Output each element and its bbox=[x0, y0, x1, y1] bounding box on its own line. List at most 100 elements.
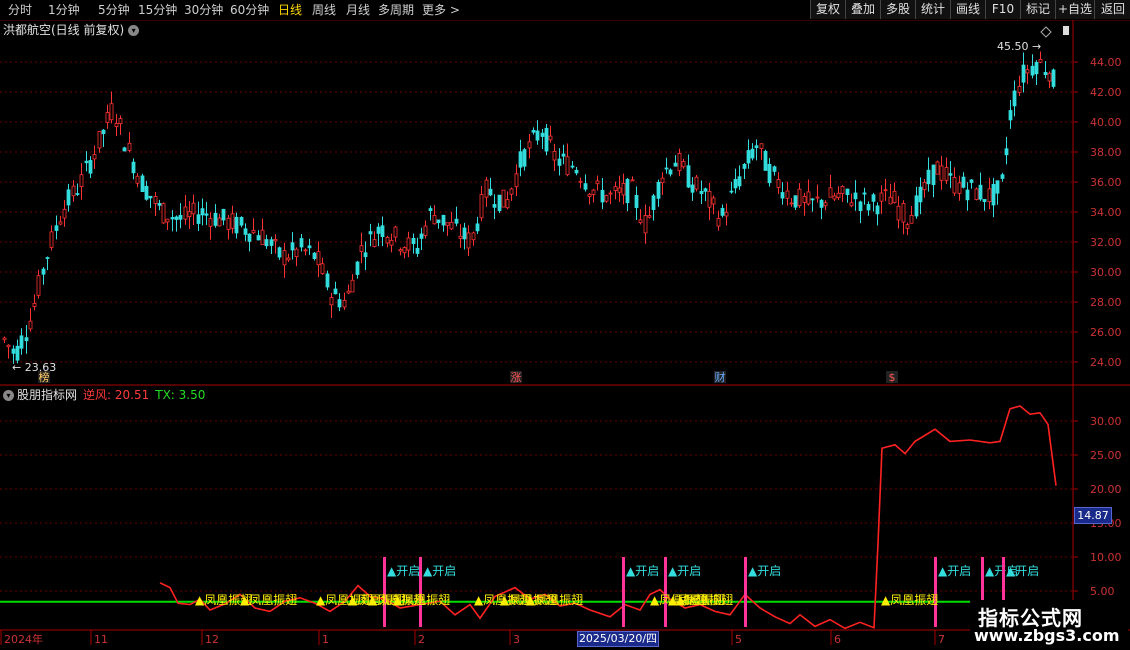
candle-body bbox=[724, 211, 729, 217]
candle-body bbox=[952, 177, 957, 194]
candle-body bbox=[1051, 69, 1056, 87]
candle-body bbox=[402, 247, 407, 254]
candle-body bbox=[282, 250, 287, 266]
candle-body bbox=[230, 213, 235, 229]
candle-body bbox=[711, 197, 716, 205]
phoenix-signal-label: ▲凤凰振翅 bbox=[526, 592, 583, 607]
candle-body bbox=[686, 165, 691, 188]
candle-body bbox=[600, 189, 605, 203]
candle-body bbox=[264, 239, 269, 247]
candle-body bbox=[969, 179, 974, 183]
candle-body bbox=[312, 252, 317, 259]
candle-body bbox=[260, 229, 265, 245]
candle-body bbox=[733, 179, 738, 189]
candle-body bbox=[1004, 148, 1009, 156]
candle-body bbox=[359, 245, 364, 252]
candle-body bbox=[961, 176, 966, 188]
candle-body bbox=[84, 160, 89, 164]
candle-body bbox=[239, 216, 244, 226]
candle-body bbox=[793, 195, 798, 208]
time-axis-label: 2 bbox=[418, 633, 425, 646]
candle-body bbox=[445, 222, 450, 226]
y-tick-label: 30.00 bbox=[1090, 415, 1122, 428]
candle-body bbox=[643, 215, 648, 234]
candle-body bbox=[1008, 110, 1013, 121]
candle-body bbox=[208, 218, 213, 227]
candle-body bbox=[368, 231, 373, 235]
candle-body bbox=[337, 299, 342, 308]
candle-body bbox=[1000, 174, 1005, 179]
candle-body bbox=[548, 135, 553, 141]
candle-body bbox=[918, 186, 923, 203]
candle-body bbox=[269, 239, 274, 246]
candle-body bbox=[170, 217, 175, 220]
candle-body bbox=[165, 218, 170, 223]
open-signal-label: ▲开启 bbox=[748, 564, 781, 578]
candle-body bbox=[1021, 64, 1026, 83]
chevron-down-icon[interactable]: ▾ bbox=[3, 390, 14, 401]
candle-body bbox=[531, 130, 536, 133]
candle-body bbox=[974, 188, 979, 200]
candle-body bbox=[823, 202, 828, 207]
candle-body bbox=[118, 118, 123, 125]
candle-body bbox=[914, 195, 919, 217]
candle-body bbox=[299, 238, 304, 248]
candle-body bbox=[466, 232, 471, 249]
candle-body bbox=[901, 203, 906, 223]
event-marker: 涨 bbox=[511, 371, 522, 384]
candle-body bbox=[673, 162, 678, 167]
candle-body bbox=[88, 160, 93, 174]
candle-body bbox=[742, 163, 747, 169]
candle-body bbox=[6, 344, 11, 348]
candle-body bbox=[514, 173, 519, 188]
candle-body bbox=[484, 179, 489, 198]
candle-body bbox=[97, 131, 102, 149]
candle-body bbox=[965, 189, 970, 201]
candle-body bbox=[987, 188, 992, 202]
candle-body bbox=[1025, 69, 1030, 74]
candle-body bbox=[45, 257, 50, 259]
open-signal-label: ▲开启 bbox=[626, 564, 659, 578]
candle-body bbox=[350, 279, 355, 293]
candle-body bbox=[518, 151, 523, 168]
candle-body bbox=[565, 156, 570, 176]
candle-body bbox=[423, 225, 428, 236]
candle-body bbox=[668, 169, 673, 175]
candle-body bbox=[376, 226, 381, 234]
candle-body bbox=[458, 235, 463, 239]
phoenix-signal-label: ▲凤凰振翅 bbox=[240, 592, 297, 607]
candle-body bbox=[926, 169, 931, 185]
candle-body bbox=[24, 337, 29, 342]
open-signal-bar bbox=[419, 557, 422, 627]
candle-body bbox=[501, 189, 506, 208]
time-axis-label: 5 bbox=[735, 633, 742, 646]
candle-body bbox=[540, 132, 545, 137]
candle-body bbox=[875, 205, 880, 215]
candle-body bbox=[883, 189, 888, 192]
candle-body bbox=[866, 204, 871, 211]
candle-body bbox=[660, 177, 665, 184]
candle-body bbox=[828, 187, 833, 198]
candle-body bbox=[557, 158, 562, 166]
phoenix-signal-label: ▲凤凰振翅 bbox=[393, 592, 450, 607]
candle-body bbox=[1030, 65, 1035, 76]
time-axis-label: 11 bbox=[94, 633, 108, 646]
y-tick-label: 38.00 bbox=[1090, 146, 1122, 159]
chevron-down-icon[interactable]: ▾ bbox=[128, 25, 140, 36]
candle-body bbox=[471, 232, 476, 241]
stock-chart-canvas[interactable]: 44.00 42.00 40.00 38.00 36.00 34.00 32.00 30.00… bbox=[0, 0, 1130, 650]
candle-body bbox=[329, 297, 334, 306]
candle-body bbox=[307, 245, 312, 249]
candle-body bbox=[604, 195, 609, 202]
candle-body bbox=[957, 182, 962, 194]
candle-body bbox=[432, 214, 437, 225]
candle-body bbox=[681, 161, 686, 168]
open-signal-label: ▲开启 bbox=[1006, 564, 1039, 578]
high-price-label: 45.50 → bbox=[997, 40, 1041, 53]
y-tick-label: 24.00 bbox=[1090, 356, 1122, 369]
candle-body bbox=[256, 235, 261, 241]
candle-body bbox=[213, 212, 218, 226]
candle-body bbox=[144, 185, 149, 200]
candle-body bbox=[32, 302, 37, 307]
candle-body bbox=[746, 150, 751, 164]
